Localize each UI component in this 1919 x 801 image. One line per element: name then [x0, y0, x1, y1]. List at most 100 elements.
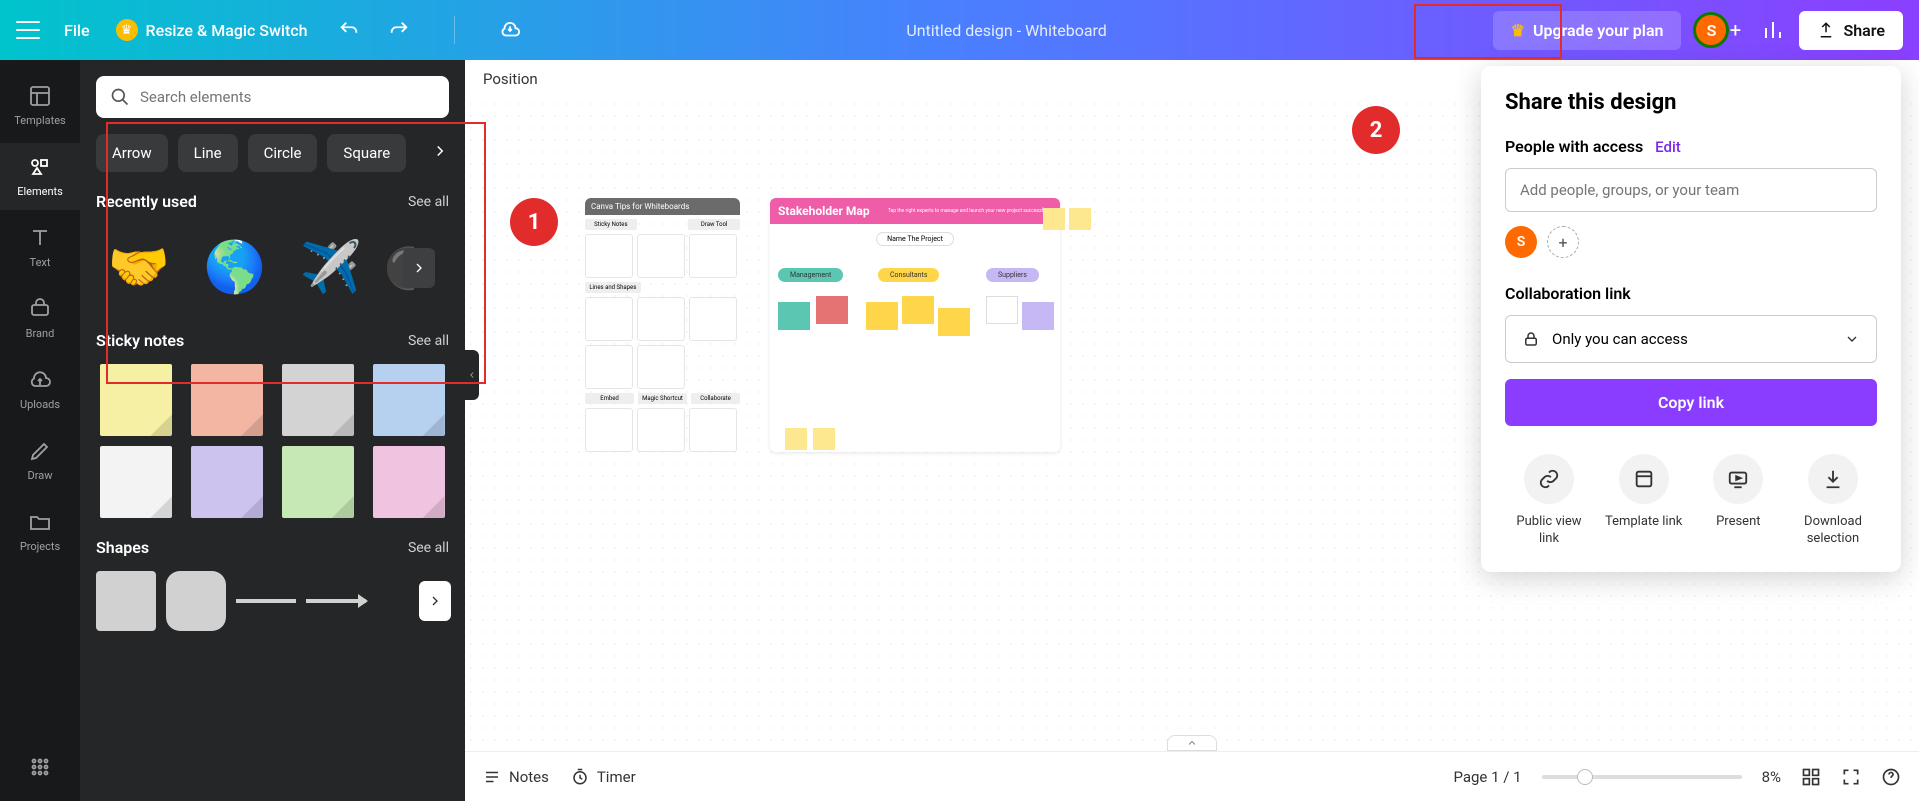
copy-link-button[interactable]: Copy link	[1505, 379, 1877, 426]
search-input[interactable]	[140, 88, 435, 106]
floating-note[interactable]	[1069, 208, 1091, 230]
section-title: Recently used	[96, 192, 197, 211]
nav-draw[interactable]: Draw	[0, 427, 80, 494]
chevron-right-icon	[411, 260, 427, 276]
tips-section: Draw Tool	[688, 219, 740, 230]
canvas-footer: Notes Timer Page 1 / 1 8%	[465, 751, 1919, 801]
upgrade-button[interactable]: ♛ Upgrade your plan	[1493, 11, 1682, 50]
notes-icon	[483, 768, 501, 786]
stake-note	[1022, 302, 1054, 330]
sticky-grid	[96, 364, 449, 518]
see-all-button[interactable]: See all	[408, 333, 449, 349]
grid-view-icon[interactable]	[1801, 767, 1821, 787]
access-row: People with access Edit	[1505, 137, 1877, 156]
add-people-button[interactable]: +	[1547, 226, 1579, 258]
whiteboard-content: Canva Tips for Whiteboards Sticky NotesD…	[585, 198, 1060, 452]
people-row: S +	[1505, 226, 1877, 258]
section-title: Sticky notes	[96, 331, 184, 350]
stake-note	[816, 296, 848, 324]
chip-line[interactable]: Line	[178, 134, 238, 172]
page-tab[interactable]	[1167, 735, 1217, 751]
sticky-coral[interactable]	[191, 364, 263, 436]
zoom-thumb[interactable]	[1577, 769, 1593, 785]
zoom-level[interactable]: 8%	[1762, 768, 1781, 786]
file-button[interactable]: File	[64, 21, 90, 40]
floating-note[interactable]	[1043, 208, 1065, 230]
add-people-input[interactable]	[1505, 168, 1877, 212]
add-member-button[interactable]: +	[1723, 18, 1747, 42]
shape-rounded[interactable]	[166, 571, 226, 631]
sticky-pink[interactable]	[373, 446, 445, 518]
section-shapes: Shapes See all	[96, 538, 449, 557]
nav-more[interactable]	[0, 743, 80, 791]
shape-arrow[interactable]	[306, 599, 366, 603]
share-download[interactable]: Download selection	[1793, 454, 1873, 548]
category-management: Management	[778, 268, 843, 282]
see-all-button[interactable]: See all	[408, 194, 449, 210]
sticky-blue[interactable]	[373, 364, 445, 436]
text-icon	[28, 226, 52, 250]
redo-icon[interactable]	[388, 19, 410, 41]
sticky-purple[interactable]	[191, 446, 263, 518]
edit-access-link[interactable]: Edit	[1655, 138, 1681, 156]
nav-brand[interactable]: Brand	[0, 285, 80, 352]
sticky-white[interactable]	[100, 446, 172, 518]
position-button[interactable]: Position	[483, 70, 538, 88]
member-avatar[interactable]: S	[1505, 226, 1537, 258]
shape-chips: Arrow Line Circle Square	[96, 134, 449, 172]
design-title[interactable]: Untitled design - Whiteboard	[521, 21, 1493, 40]
chips-scroll-right[interactable]	[431, 142, 449, 164]
recent-handshake[interactable]: 🤝	[96, 225, 182, 311]
recent-scroll-right[interactable]	[403, 248, 435, 288]
chip-arrow[interactable]: Arrow	[96, 134, 168, 172]
access-select[interactable]: Only you can access	[1505, 315, 1877, 363]
analytics-icon[interactable]	[1761, 18, 1785, 42]
share-present[interactable]: Present	[1698, 454, 1778, 548]
section-title: Shapes	[96, 538, 149, 557]
search-box[interactable]	[96, 76, 449, 118]
stakeholder-map-card[interactable]: Stakeholder Map Tap the right experts to…	[770, 198, 1060, 452]
floating-note[interactable]	[813, 428, 835, 450]
shapes-scroll-right[interactable]	[419, 581, 451, 621]
share-public-view[interactable]: Public view link	[1509, 454, 1589, 548]
fullscreen-icon[interactable]	[1841, 767, 1861, 787]
nav-uploads[interactable]: Uploads	[0, 356, 80, 423]
canva-tips-card[interactable]: Canva Tips for Whiteboards Sticky NotesD…	[585, 198, 740, 452]
chevron-right-icon	[431, 142, 449, 160]
menu-icon[interactable]	[16, 21, 40, 39]
recent-airplane[interactable]: ✈️	[288, 225, 374, 311]
nav-projects[interactable]: Projects	[0, 498, 80, 565]
sticky-yellow[interactable]	[100, 364, 172, 436]
resize-magic-button[interactable]: ♛ Resize & Magic Switch	[116, 19, 308, 41]
share-panel-title: Share this design	[1505, 90, 1877, 115]
recent-globe[interactable]: 🌎	[192, 225, 278, 311]
nav-templates[interactable]: Templates	[0, 72, 80, 139]
section-recently-used: Recently used See all	[96, 192, 449, 211]
chip-circle[interactable]: Circle	[248, 134, 318, 172]
lock-icon	[1522, 330, 1540, 348]
see-all-button[interactable]: See all	[408, 540, 449, 556]
page-indicator[interactable]: Page 1 / 1	[1453, 768, 1521, 786]
shape-line[interactable]	[236, 599, 296, 603]
share-template-link[interactable]: Template link	[1604, 454, 1684, 548]
floating-note[interactable]	[785, 428, 807, 450]
nav-text[interactable]: Text	[0, 214, 80, 281]
help-icon[interactable]	[1881, 767, 1901, 787]
nav-elements[interactable]: Elements	[0, 143, 80, 210]
zoom-slider[interactable]	[1542, 775, 1742, 779]
notes-button[interactable]: Notes	[483, 768, 549, 786]
collapse-panel-button[interactable]	[465, 350, 479, 400]
cloud-sync-icon[interactable]	[499, 19, 521, 41]
shape-square[interactable]	[96, 571, 156, 631]
link-icon	[1538, 468, 1560, 490]
sidebar-nav: Templates Elements Text Brand Uploads Dr…	[0, 60, 80, 801]
share-button[interactable]: Share	[1799, 11, 1903, 50]
stake-note	[866, 302, 898, 330]
timer-button[interactable]: Timer	[571, 768, 636, 786]
sticky-grey[interactable]	[282, 364, 354, 436]
sticky-green[interactable]	[282, 446, 354, 518]
chevron-down-icon	[1844, 331, 1860, 347]
chip-square[interactable]: Square	[327, 134, 406, 172]
brand-icon	[28, 297, 52, 321]
undo-icon[interactable]	[338, 19, 360, 41]
